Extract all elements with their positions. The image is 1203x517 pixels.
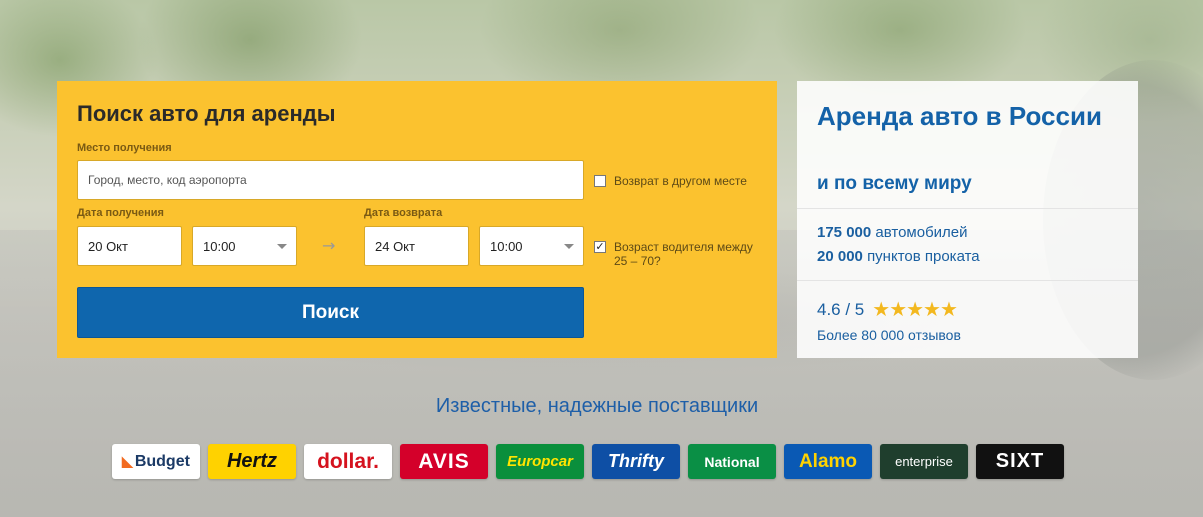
chevron-down-icon <box>564 244 574 249</box>
stat-locations-value: 20 000 <box>817 248 863 265</box>
divider <box>797 280 1138 281</box>
search-panel: Поиск авто для аренды Место получения Го… <box>57 81 777 358</box>
pickup-date-input[interactable]: 20 Окт <box>77 226 182 266</box>
driver-age-checkbox[interactable]: ✓ Возраст водителя между 25 – 70? <box>594 240 754 268</box>
info-subtitle: и по всему миру <box>817 173 972 194</box>
pickup-time-select[interactable]: 10:00 <box>192 226 297 266</box>
suppliers-title: Известные, надежные поставщики <box>435 395 759 417</box>
search-button[interactable]: Поиск <box>77 287 584 338</box>
rating: 4.6 / 5 ★★★★★ <box>817 297 958 322</box>
dollar-logo[interactable]: dollar. <box>304 444 392 479</box>
search-title: Поиск авто для аренды <box>77 101 336 126</box>
star-rating-icon: ★★★★★ <box>872 299 958 321</box>
rating-value: 4.6 / 5 <box>817 299 865 319</box>
stat-locations-text: пунктов проката <box>867 248 980 265</box>
europcar-logo[interactable]: Europcar <box>496 444 584 479</box>
hertz-logo[interactable]: Hertz <box>208 444 296 479</box>
alamo-logo[interactable]: Alamo <box>784 444 872 479</box>
pickup-time-value: 10:00 <box>203 238 236 254</box>
budget-logo[interactable]: ◣ Budget <box>112 444 200 479</box>
arrow-right-icon: → <box>322 236 336 255</box>
supplier-logos: ◣ Budget Hertz dollar. AVIS Europcar Thr… <box>112 444 1064 479</box>
return-other-label: Возврат в другом месте <box>614 174 747 188</box>
driver-age-box[interactable]: ✓ <box>594 241 606 253</box>
return-time-select[interactable]: 10:00 <box>479 226 584 266</box>
driver-age-label: Возраст водителя между 25 – 70? <box>614 240 753 268</box>
stat-cars-value: 175 000 <box>817 224 872 241</box>
pickup-date-label: Дата получения <box>77 207 164 219</box>
budget-mark-icon: ◣ <box>122 453 133 469</box>
thrifty-logo[interactable]: Thrifty <box>592 444 680 479</box>
stat-cars: 175 000 автомобилей <box>817 224 968 241</box>
stat-cars-text: автомобилей <box>875 224 968 241</box>
reviews-link[interactable]: Более 80 000 отзывов <box>817 327 961 343</box>
enterprise-logo[interactable]: enterprise <box>880 444 968 479</box>
avis-logo[interactable]: AVIS <box>400 444 488 479</box>
sixt-logo[interactable]: SIXT <box>976 444 1064 479</box>
return-time-value: 10:00 <box>490 238 523 254</box>
budget-logo-text: Budget <box>134 452 190 470</box>
return-date-input[interactable]: 24 Окт <box>364 226 469 266</box>
chevron-down-icon <box>277 244 287 249</box>
return-other-checkbox[interactable]: Возврат в другом месте <box>594 174 747 188</box>
divider <box>797 208 1138 209</box>
return-date-label: Дата возврата <box>364 207 443 219</box>
info-title: Аренда авто в России <box>817 101 1102 131</box>
national-logo[interactable]: National <box>688 444 776 479</box>
info-panel: Аренда авто в России и по всему миру 175… <box>797 81 1138 358</box>
stat-locations: 20 000 пунктов проката <box>817 248 980 265</box>
return-other-box[interactable] <box>594 175 606 187</box>
pickup-location-input[interactable]: Город, место, код аэропорта <box>77 160 584 200</box>
pickup-location-label: Место получения <box>77 142 172 154</box>
